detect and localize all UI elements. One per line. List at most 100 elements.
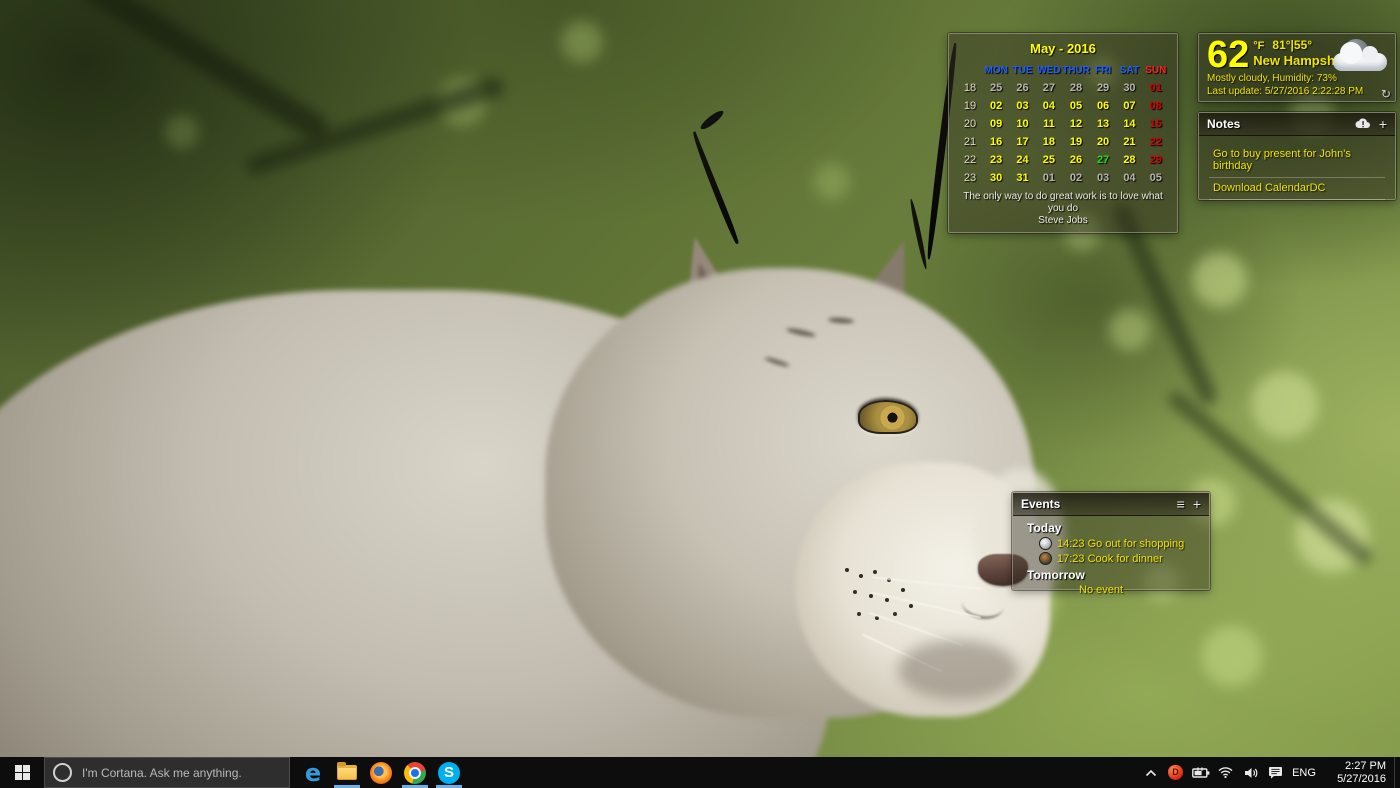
calendar-day-cell[interactable]: 15 [1143,118,1169,130]
edge-icon: e [305,762,321,784]
calendar-day-cell[interactable]: 02 [983,100,1009,112]
cloud-sync-icon[interactable] [1355,117,1371,131]
calendar-day-cell[interactable]: 05 [1062,100,1090,112]
calendar-day-header: WED [1036,65,1062,76]
event-item[interactable]: 17:23 Cook for dinner [1023,551,1199,566]
taskbar-clock[interactable]: 2:27 PM 5/27/2016 [1320,757,1394,788]
notes-widget: Notes + Go to buy present for John's bir… [1198,112,1396,200]
calendar-day-cell[interactable]: 04 [1116,172,1142,184]
calendar-day-cell[interactable]: 07 [1116,100,1142,112]
notes-title: Notes [1207,117,1240,131]
no-event-text: No event [1023,583,1199,596]
action-center-tray-button[interactable] [1263,757,1288,788]
calendar-day-cell[interactable]: 04 [1036,100,1062,112]
calendar-day-cell[interactable]: 11 [1036,118,1062,130]
weather-condition: Mostly cloudy, Humidity: 73% [1207,73,1387,84]
calendar-day-cell[interactable]: 22 [1143,136,1169,148]
calendar-day-cell[interactable]: 24 [1009,154,1035,166]
taskbar-firefox-button[interactable] [364,757,398,788]
calendar-day-cell[interactable]: 31 [1009,172,1035,184]
battery-tray-button[interactable] [1188,757,1213,788]
calendar-day-cell[interactable]: 01 [1036,172,1062,184]
calendar-day-cell[interactable]: 28 [1062,82,1090,94]
calendar-day-cell[interactable]: 01 [1143,82,1169,94]
notes-list: Go to buy present for John's birthday Do… [1199,136,1395,200]
calendar-day-cell[interactable]: 14 [1116,118,1142,130]
calendar-day-cell[interactable]: 06 [1090,100,1116,112]
antivirus-shield-icon: D [1168,765,1183,780]
calendar-week-number: 18 [957,82,983,94]
calendar-day-cell[interactable]: 30 [1116,82,1142,94]
calendar-quote: The only way to do great work is to love… [957,191,1169,227]
calendar-day-cell[interactable]: 23 [983,154,1009,166]
calendar-day-cell[interactable]: 18 [1036,136,1062,148]
add-note-icon[interactable]: + [1379,117,1387,131]
event-item[interactable]: 14:23 Go out for shopping [1023,536,1199,551]
calendar-day-cell[interactable]: 16 [983,136,1009,148]
taskbar-edge-button[interactable]: e [296,757,330,788]
calendar-day-cell[interactable]: 25 [1036,154,1062,166]
calendar-day-cell[interactable]: 26 [1009,82,1035,94]
calendar-day-cell[interactable]: 26 [1062,154,1090,166]
calendar-day-cell[interactable]: 29 [1143,154,1169,166]
cortana-search-box[interactable] [44,757,290,788]
calendar-day-header: SAT [1116,65,1142,76]
calendar-day-cell[interactable]: 27 [1090,154,1116,166]
calendar-day-cell[interactable]: 03 [1090,172,1116,184]
taskbar-skype-button[interactable]: S [432,757,466,788]
lynx-eye [858,400,918,434]
weather-last-update: Last update: 5/27/2016 2:22:28 PM [1207,86,1387,97]
note-item[interactable]: Go to buy present for John's birthday [1209,144,1385,178]
refresh-icon[interactable]: ↻ [1381,87,1391,101]
event-text: 17:23 Cook for dinner [1057,553,1163,565]
events-title: Events [1021,497,1060,511]
calendar-day-cell[interactable]: 21 [1116,136,1142,148]
calendar-day-cell[interactable]: 19 [1062,136,1090,148]
wifi-tray-button[interactable] [1213,757,1238,788]
taskbar-file-explorer-button[interactable] [330,757,364,788]
taskbar-chrome-button[interactable] [398,757,432,788]
calendar-day-cell[interactable]: 08 [1143,100,1169,112]
file-explorer-icon [337,765,357,780]
calendar-day-cell[interactable]: 27 [1036,82,1062,94]
show-desktop-button[interactable] [1394,757,1400,788]
quote-author: Steve Jobs [957,215,1169,227]
antivirus-tray-button[interactable]: D [1163,757,1188,788]
calendar-week-number: 20 [957,118,983,130]
cloud-icon [1333,53,1387,71]
calendar-day-cell[interactable]: 25 [983,82,1009,94]
calendar-day-cell[interactable]: 12 [1062,118,1090,130]
lynx-chin-shadow [898,640,1018,700]
clock-time: 2:27 PM [1345,760,1386,773]
calendar-day-cell[interactable]: 05 [1143,172,1169,184]
calendar-day-cell[interactable]: 20 [1090,136,1116,148]
search-input[interactable] [80,765,281,781]
note-item[interactable]: Download CalendarDC [1209,178,1385,200]
calendar-day-cell[interactable]: 10 [1009,118,1035,130]
system-tray: D ENG 2:27 PM 5/27/2016 [1138,757,1400,788]
calendar-day-cell[interactable]: 28 [1116,154,1142,166]
calendar-day-header: SUN [1143,65,1169,76]
menu-icon[interactable]: ≡ [1177,497,1185,511]
start-button[interactable] [0,757,44,788]
wifi-icon [1218,767,1233,778]
skype-icon: S [438,762,460,784]
calendar-day-cell[interactable]: 02 [1062,172,1090,184]
language-indicator[interactable]: ENG [1288,757,1320,788]
calendar-month-title: May - 2016 [957,40,1169,58]
firefox-icon [370,762,392,784]
calendar-day-cell[interactable]: 13 [1090,118,1116,130]
add-event-icon[interactable]: + [1193,497,1201,511]
tray-chevron-up-button[interactable] [1138,757,1163,788]
calendar-day-cell[interactable]: 30 [983,172,1009,184]
calendar-day-cell[interactable]: 09 [983,118,1009,130]
events-tomorrow-label: Tomorrow [1023,566,1199,583]
calendar-day-cell[interactable]: 29 [1090,82,1116,94]
wallpaper-lynx [0,0,1400,788]
weather-temperature: 62 [1207,38,1249,72]
calendar-day-cell[interactable]: 17 [1009,136,1035,148]
calendar-day-cell[interactable]: 03 [1009,100,1035,112]
calendar-week-number: 23 [957,172,983,184]
volume-tray-button[interactable] [1238,757,1263,788]
notes-header: Notes + [1199,113,1395,136]
